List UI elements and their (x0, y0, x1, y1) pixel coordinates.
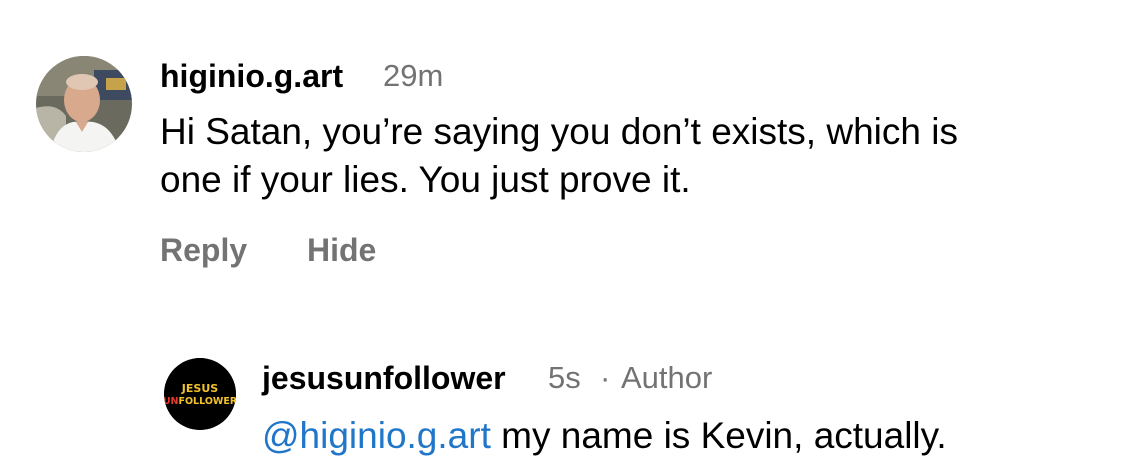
hide-button[interactable]: Hide (307, 232, 376, 269)
comment-username[interactable]: higinio.g.art (160, 58, 343, 95)
avatar[interactable]: JESUS UNFOLLOWER (164, 358, 236, 430)
profile-photo-icon (36, 56, 132, 152)
author-badge: Author (621, 360, 713, 395)
reply-text: @higinio.g.art my name is Kevin, actuall… (262, 412, 947, 460)
jesus-unfollower-logo-icon: JESUS UNFOLLOWER (164, 358, 236, 430)
avatar[interactable] (36, 56, 132, 152)
meta-separator: · (600, 360, 611, 395)
comment-text-line-2: one if your lies. You just prove it. (160, 159, 691, 200)
mention-link[interactable]: @higinio.g.art (262, 415, 491, 456)
reply-message: my name is Kevin, actually. (490, 415, 947, 456)
logo-text-unfollower: UNFOLLOWER (164, 396, 236, 407)
reply-timestamp: 5s (548, 360, 581, 395)
comment-text-line-1: Hi Satan, you’re saying you don’t exists… (160, 111, 958, 152)
reply-username[interactable]: jesusunfollower (262, 360, 506, 397)
comment-timestamp: 29m (383, 58, 444, 93)
logo-text-jesus: JESUS (181, 382, 218, 395)
reply-button[interactable]: Reply (160, 232, 247, 269)
